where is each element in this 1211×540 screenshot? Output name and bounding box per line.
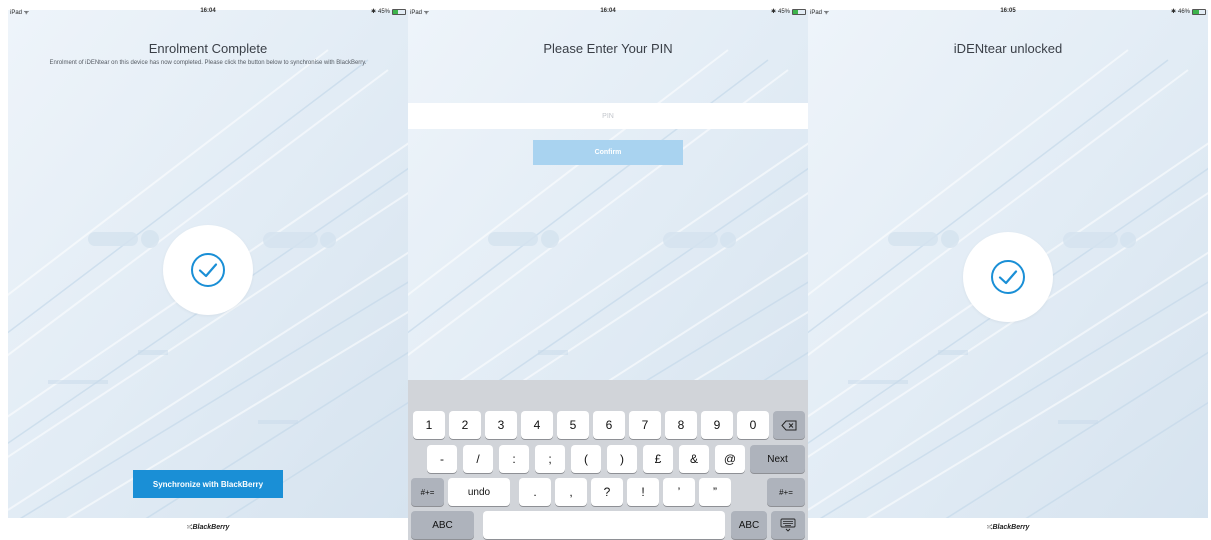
success-badge [963,232,1053,322]
delete-key[interactable] [773,411,805,439]
key-period[interactable]: . [519,478,551,506]
battery-percent: 45% [377,8,390,15]
checkmark-circle-icon [191,253,225,287]
page-title: iDENtear unlocked [953,41,1063,56]
key-semicolon[interactable]: ; [535,445,565,473]
key-4[interactable]: 4 [521,411,553,439]
key-6[interactable]: 6 [593,411,625,439]
key-ampersand[interactable]: & [679,445,709,473]
key-0[interactable]: 0 [737,411,769,439]
key-2[interactable]: 2 [449,411,481,439]
key-5[interactable]: 5 [557,411,589,439]
status-bar: iPad ᯤ 16:05 ✱ 46% [808,0,1208,22]
blackberry-dots-icon: ⁙⁚ [986,525,993,531]
status-time: 16:04 [200,8,216,14]
battery-percent: 45% [777,8,790,15]
backspace-icon [781,420,797,430]
key-7[interactable]: 7 [629,411,661,439]
key-3[interactable]: 3 [485,411,517,439]
more-symbols-key-left[interactable]: #+= [411,478,444,506]
key-exclamation[interactable]: ! [627,478,659,506]
keyboard-hide-icon [780,518,796,532]
hide-keyboard-key[interactable] [771,511,805,539]
key-pound[interactable]: £ [643,445,673,473]
confirm-button[interactable]: Confirm [533,140,683,165]
key-colon[interactable]: : [499,445,529,473]
checkmark-circle-icon [991,260,1025,294]
pin-input[interactable]: PIN [408,103,808,129]
key-9[interactable]: 9 [701,411,733,439]
undo-key[interactable]: undo [448,478,510,506]
key-open-paren[interactable]: ( [571,445,601,473]
key-apostrophe[interactable]: ’ [663,478,695,506]
battery-percent: 46% [1177,8,1190,15]
key-hyphen[interactable]: - [427,445,457,473]
blackberry-logo: ⁙⁚BlackBerry [186,524,230,531]
abc-key-right[interactable]: ABC [731,511,767,539]
blackberry-logo: ⁙⁚BlackBerry [986,524,1030,531]
bluetooth-icon: ✱ [370,9,376,15]
status-time: 16:04 [600,8,616,14]
synchronize-button[interactable]: Synchronize with BlackBerry [133,470,283,498]
space-key[interactable] [483,511,725,539]
battery-icon [392,8,406,15]
enrolment-complete-screen: iPad ᯤ 16:04 ✱ 45% Enrolment Complete En… [8,0,408,540]
page-title: Enrolment Complete [148,41,268,56]
key-question[interactable]: ? [591,478,623,506]
status-bar: iPad ᯤ 16:04 ✱ 45% [408,0,808,22]
key-at[interactable]: @ [715,445,745,473]
unlocked-screen: iPad ᯤ 16:05 ✱ 46% iDENtear unlocked ⁙⁚B… [808,0,1208,540]
onscreen-keyboard: 1 2 3 4 5 6 7 8 9 0 - / : ; ( ) £ & @ Ne… [408,380,808,540]
battery-icon [792,8,806,15]
key-quote[interactable]: ” [699,478,731,506]
key-close-paren[interactable]: ) [607,445,637,473]
success-badge [163,225,253,315]
abc-key-left[interactable]: ABC [411,511,474,539]
battery-icon [1192,8,1206,15]
status-time: 16:05 [1000,8,1016,14]
status-bar: iPad ᯤ 16:04 ✱ 45% [8,0,408,22]
more-symbols-key-right[interactable]: #+= [767,478,805,506]
key-8[interactable]: 8 [665,411,697,439]
key-1[interactable]: 1 [413,411,445,439]
enrolment-message: Enrolment of iDENtear on this device has… [49,60,367,66]
bluetooth-icon: ✱ [1170,9,1176,15]
next-key[interactable]: Next [750,445,805,473]
enter-pin-screen: iPad ᯤ 16:04 ✱ 45% Please Enter Your PIN… [408,0,808,540]
bluetooth-icon: ✱ [770,9,776,15]
page-title: Please Enter Your PIN [543,41,673,56]
blackberry-dots-icon: ⁙⁚ [186,525,193,531]
key-slash[interactable]: / [463,445,493,473]
key-comma[interactable]: , [555,478,587,506]
